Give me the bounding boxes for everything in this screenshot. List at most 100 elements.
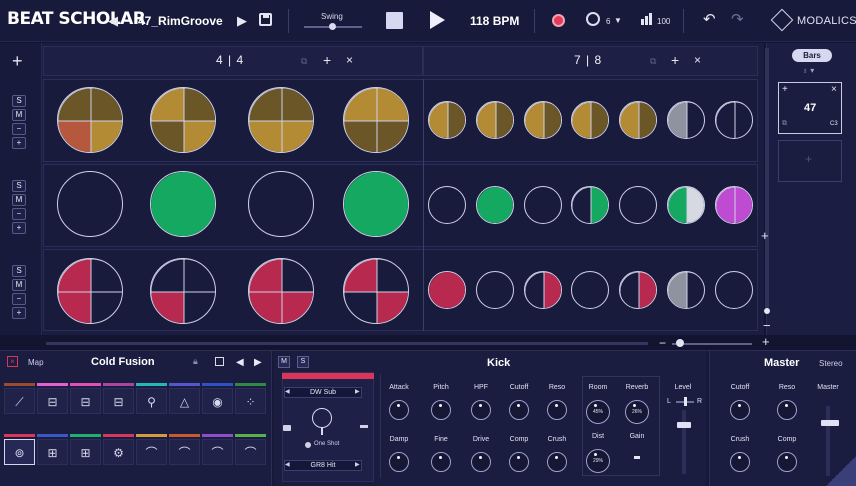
play-button[interactable] <box>430 11 445 29</box>
level-fader-cap[interactable] <box>677 422 691 428</box>
solo-button[interactable]: S <box>12 95 26 107</box>
step-circle[interactable] <box>524 186 562 224</box>
drum-pad-selected[interactable]: ⊚ <box>4 439 35 465</box>
volume-up-button[interactable]: + <box>12 137 26 149</box>
kit-name[interactable]: Cold Fusion <box>91 356 155 368</box>
step-circle[interactable] <box>428 101 466 139</box>
step-circle[interactable] <box>248 258 314 324</box>
duplicate-icon[interactable]: ⧉ <box>650 56 656 67</box>
drum-pad[interactable]: ⊟ <box>70 388 101 414</box>
room-knob[interactable]: 45% <box>586 400 610 424</box>
step-circle[interactable] <box>619 186 657 224</box>
swing-slider-knob[interactable] <box>329 23 336 30</box>
step-circle[interactable] <box>619 101 657 139</box>
volume-up-button[interactable]: + <box>12 307 26 319</box>
mute-tab[interactable]: M <box>278 356 290 368</box>
zoom-slider-knob[interactable] <box>676 339 684 347</box>
comp-knob[interactable] <box>509 452 529 472</box>
drive-knob[interactable] <box>471 452 491 472</box>
fine-knob[interactable] <box>431 452 451 472</box>
dist-knob[interactable]: 29% <box>586 449 610 473</box>
folder-icon[interactable] <box>283 425 291 431</box>
step-circle[interactable] <box>57 258 123 324</box>
master-fader-cap[interactable] <box>821 420 839 426</box>
step-circle[interactable] <box>57 171 123 237</box>
step-circle[interactable] <box>343 258 409 324</box>
master-cutoff-knob[interactable] <box>730 400 750 420</box>
sample-bottom-select[interactable]: GR8 Hit <box>284 460 362 471</box>
sample-top-select[interactable]: DW Sub <box>284 387 362 398</box>
reso-knob[interactable] <box>547 400 567 420</box>
drum-pad[interactable]: ⟋ <box>4 388 35 414</box>
cutoff-knob[interactable] <box>509 400 529 420</box>
time-signature-4-4[interactable]: 4 | 4 <box>216 53 244 67</box>
zoom-in-vertical-icon[interactable]: + <box>761 228 769 243</box>
next-kit-icon[interactable]: ▶ <box>254 355 262 371</box>
gain-slider[interactable] <box>634 456 640 459</box>
step-circle[interactable] <box>150 171 216 237</box>
drum-pad[interactable]: ⌒ <box>169 439 200 465</box>
mute-button[interactable]: M <box>12 279 26 291</box>
delete-section-icon[interactable]: × <box>694 53 701 67</box>
stop-button[interactable] <box>386 12 403 29</box>
master-reso-knob[interactable] <box>777 400 797 420</box>
next-sample-icon[interactable]: ▶ <box>355 388 360 395</box>
step-circle[interactable] <box>524 101 562 139</box>
mute-button[interactable]: M <box>12 194 26 206</box>
add-pattern-icon[interactable]: + <box>805 152 812 166</box>
step-circle[interactable] <box>428 186 466 224</box>
volume-down-button[interactable]: − <box>12 208 26 220</box>
pan-slider-knob[interactable] <box>684 397 687 406</box>
next-preset-icon[interactable]: ▶ <box>237 13 247 29</box>
drum-pad[interactable]: ⌒ <box>235 439 266 465</box>
drum-pad[interactable]: ⚙ <box>103 439 134 465</box>
save-icon[interactable] <box>259 13 272 26</box>
step-circle[interactable] <box>343 171 409 237</box>
step-circle[interactable] <box>667 186 705 224</box>
velocity-value[interactable]: 100 <box>657 17 670 26</box>
step-circle[interactable] <box>343 87 409 153</box>
zoom-in-horizontal-icon[interactable]: + <box>762 334 770 349</box>
attack-knob[interactable] <box>389 400 409 420</box>
drum-pad[interactable]: ⊞ <box>70 439 101 465</box>
add-row-icon[interactable]: + <box>12 51 23 72</box>
step-circle[interactable] <box>667 101 705 139</box>
vertical-zoom-knob[interactable] <box>764 308 770 314</box>
add-section-icon[interactable]: + <box>671 52 679 68</box>
solo-button[interactable]: S <box>12 265 26 277</box>
step-circle[interactable] <box>476 101 514 139</box>
drum-pad[interactable]: ⊟ <box>37 388 68 414</box>
step-circle[interactable] <box>715 271 753 309</box>
step-circle[interactable] <box>571 101 609 139</box>
drum-pad[interactable]: ◉ <box>202 388 233 414</box>
bars-button[interactable]: Bars <box>792 49 832 62</box>
drum-pad[interactable]: ⊞ <box>37 439 68 465</box>
quantize-icon[interactable] <box>586 12 600 26</box>
drum-pad[interactable]: ⌒ <box>202 439 233 465</box>
step-circle[interactable] <box>150 87 216 153</box>
step-circle[interactable] <box>248 171 314 237</box>
drum-pad[interactable]: △ <box>169 388 200 414</box>
master-crush-knob[interactable] <box>730 452 750 472</box>
next-sample-icon[interactable]: ▶ <box>355 461 360 468</box>
duplicate-icon[interactable]: ⧉ <box>782 120 787 128</box>
prev-sample-icon[interactable]: ◀ <box>285 461 290 468</box>
quantize-value[interactable]: 6 <box>606 17 610 26</box>
lock-icon[interactable]: 🔒︎ <box>193 356 198 367</box>
chevron-down-icon[interactable]: ▼ <box>614 16 622 25</box>
drum-pad[interactable]: ⌒ <box>136 439 167 465</box>
step-circle[interactable] <box>476 271 514 309</box>
pitch-knob[interactable] <box>431 400 451 420</box>
step-circle[interactable] <box>571 271 609 309</box>
step-circle[interactable] <box>428 271 466 309</box>
oneshot-radio[interactable] <box>305 442 311 448</box>
add-section-icon[interactable]: + <box>323 52 331 68</box>
step-circle[interactable] <box>57 87 123 153</box>
solo-tab[interactable]: S <box>297 356 309 368</box>
preset-name[interactable]: 47_RimGroove <box>138 14 223 28</box>
zoom-slider-track[interactable] <box>672 343 752 345</box>
drum-pad[interactable]: ⊟ <box>103 388 134 414</box>
redo-icon[interactable]: ↷ <box>731 12 744 28</box>
damp-knob[interactable] <box>389 452 409 472</box>
zoom-out-horizontal-icon[interactable]: − <box>659 336 666 350</box>
